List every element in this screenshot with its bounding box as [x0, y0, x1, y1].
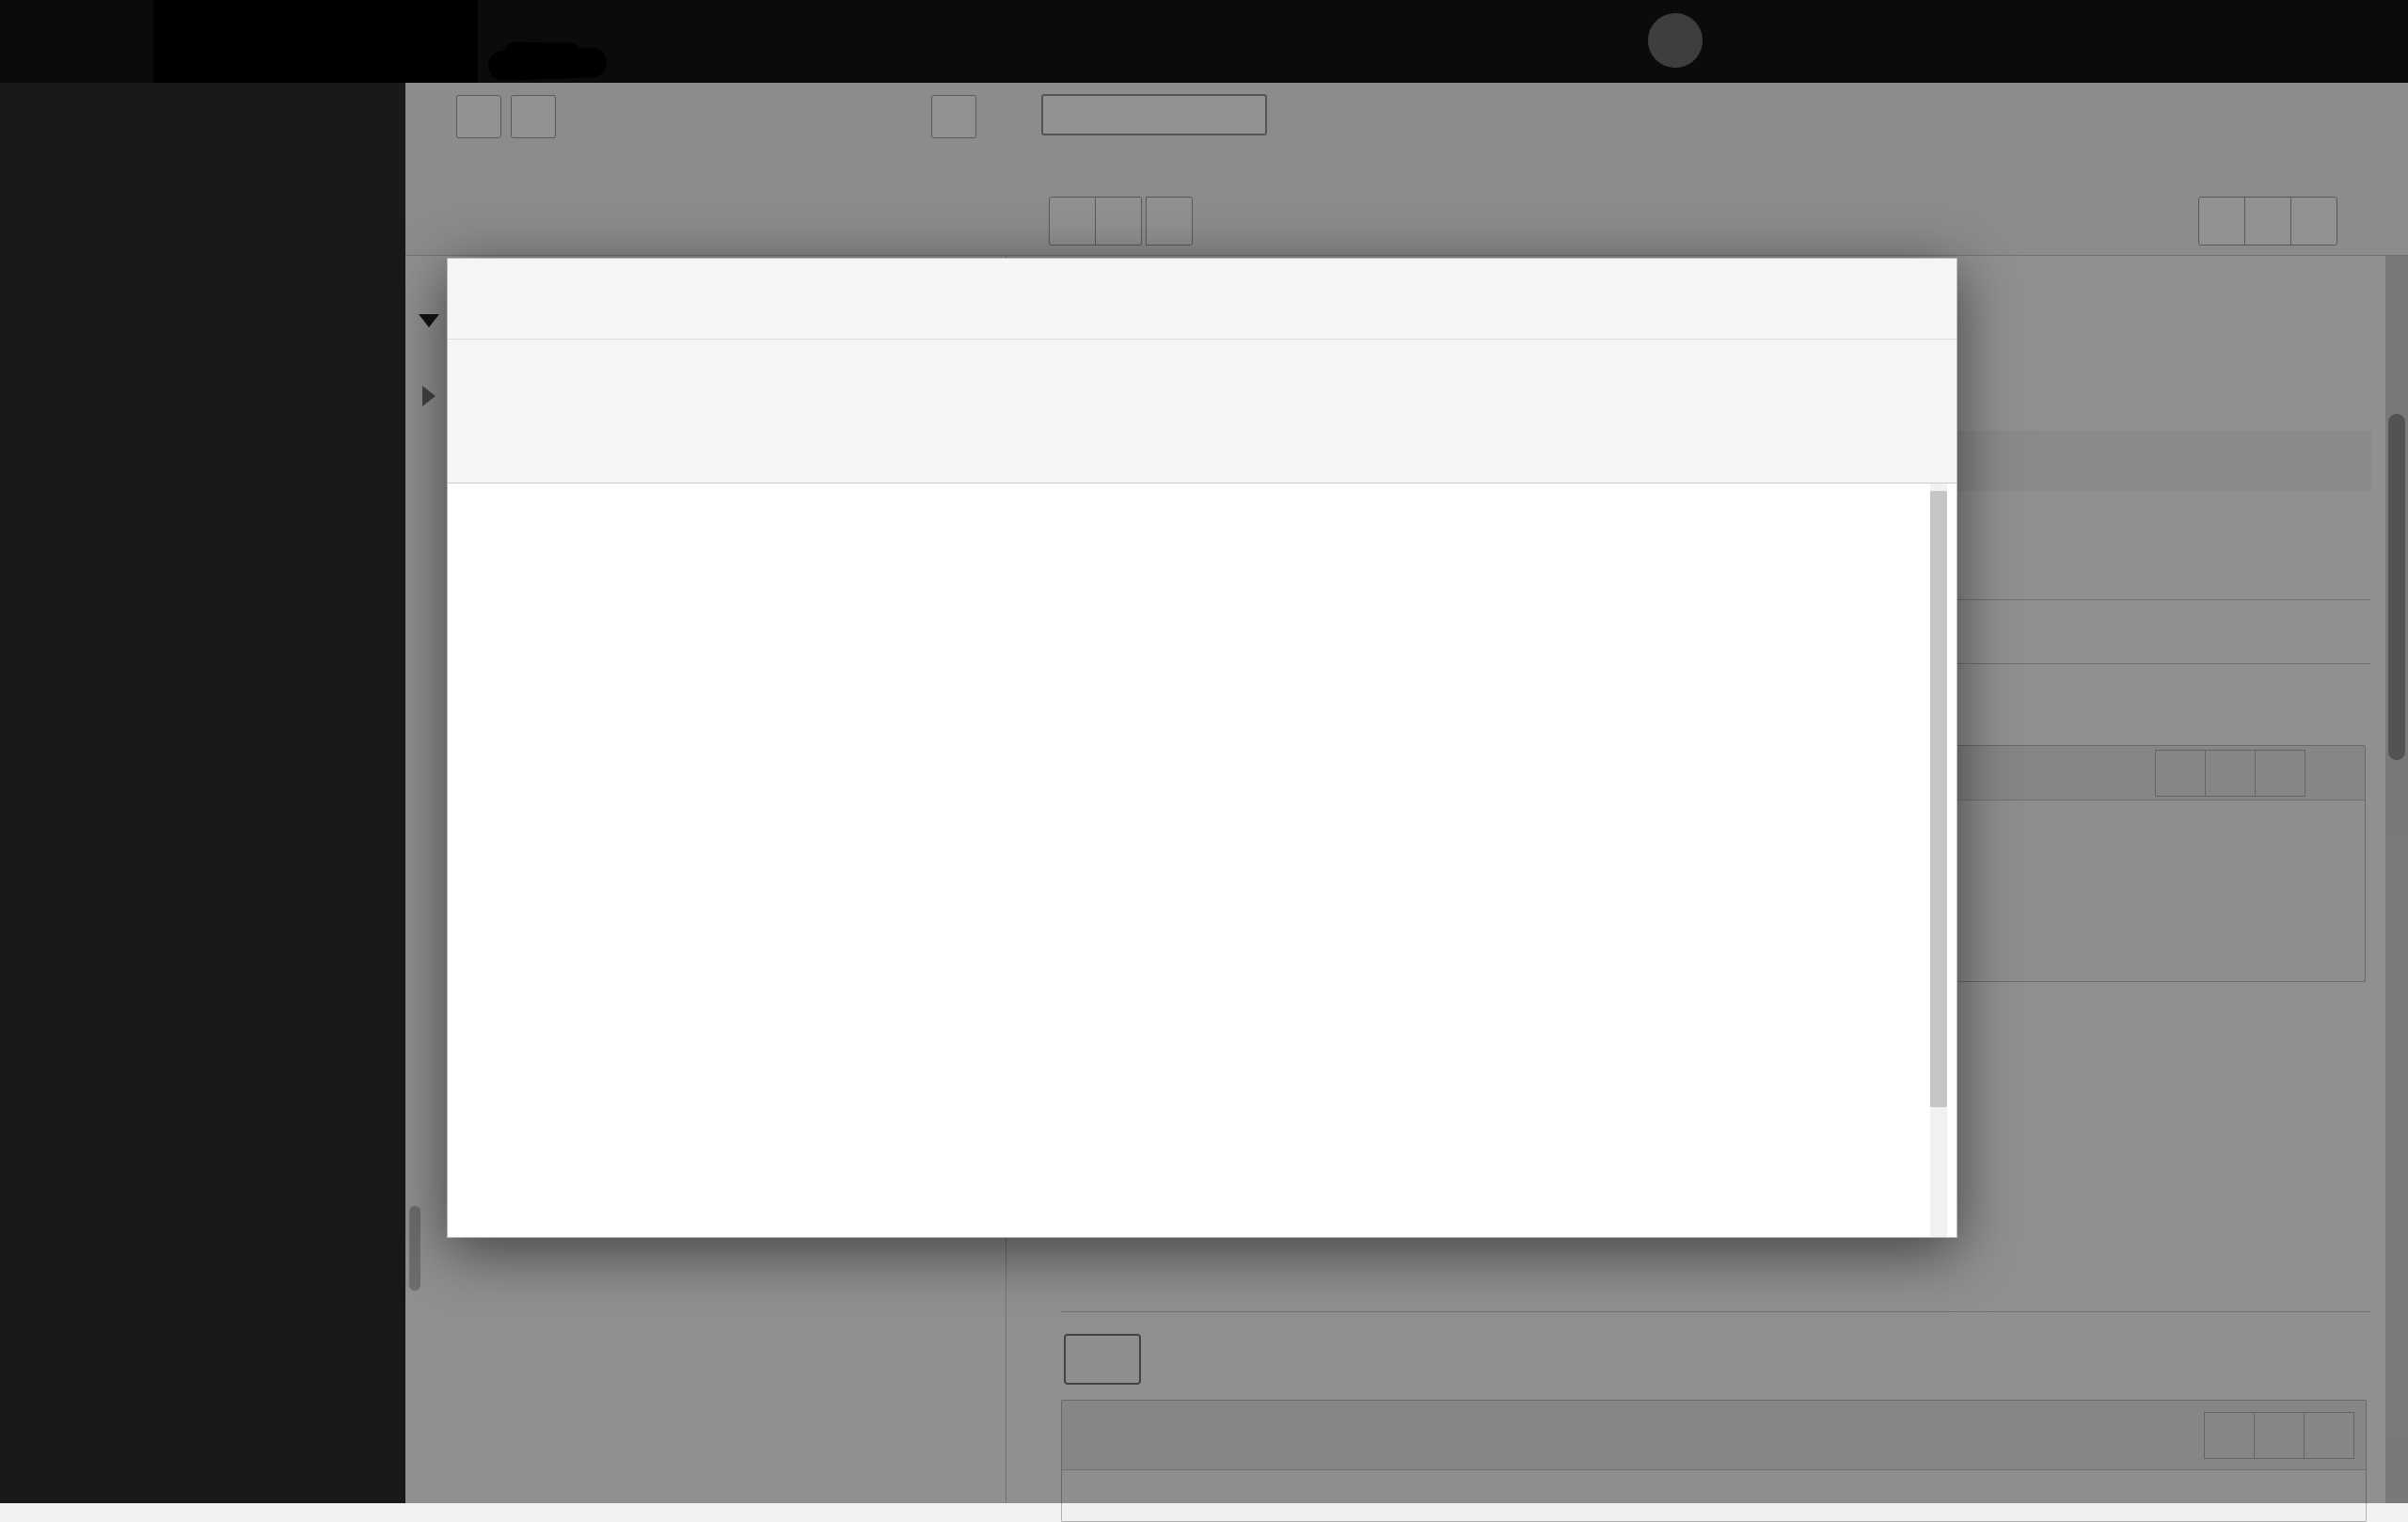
close-icon[interactable]	[1906, 295, 1925, 303]
search-input[interactable]	[1877, 24, 1924, 56]
search-icon	[1877, 24, 1909, 56]
module-sidebar	[0, 83, 405, 1503]
avatar[interactable]	[1648, 13, 1703, 68]
logo[interactable]	[153, 0, 478, 83]
pagetree-toggle-button[interactable]	[79, 0, 147, 83]
systeminfo-icon[interactable]	[1582, 24, 1616, 58]
clear-cache-bolt-icon[interactable]	[1439, 24, 1473, 58]
new-content-element-modal	[447, 258, 1957, 1238]
help-icon[interactable]	[1511, 24, 1545, 58]
redaction-scribble	[487, 46, 608, 82]
element-column-left	[479, 508, 1195, 1237]
bookmark-star-icon[interactable]	[1362, 24, 1396, 58]
grid-menu-icon	[28, 24, 62, 58]
modal-body	[448, 484, 1956, 1237]
modal-scrollbar-thumb[interactable]	[1930, 491, 1947, 1107]
modal-tabs	[448, 340, 1956, 484]
topbar	[0, 0, 2408, 83]
modal-header	[448, 259, 1956, 340]
user-icon	[1656, 22, 1694, 59]
list-tree-icon	[96, 24, 130, 58]
modal-scrollbar[interactable]	[1930, 484, 1947, 1237]
modules-menu-button[interactable]	[11, 0, 79, 83]
